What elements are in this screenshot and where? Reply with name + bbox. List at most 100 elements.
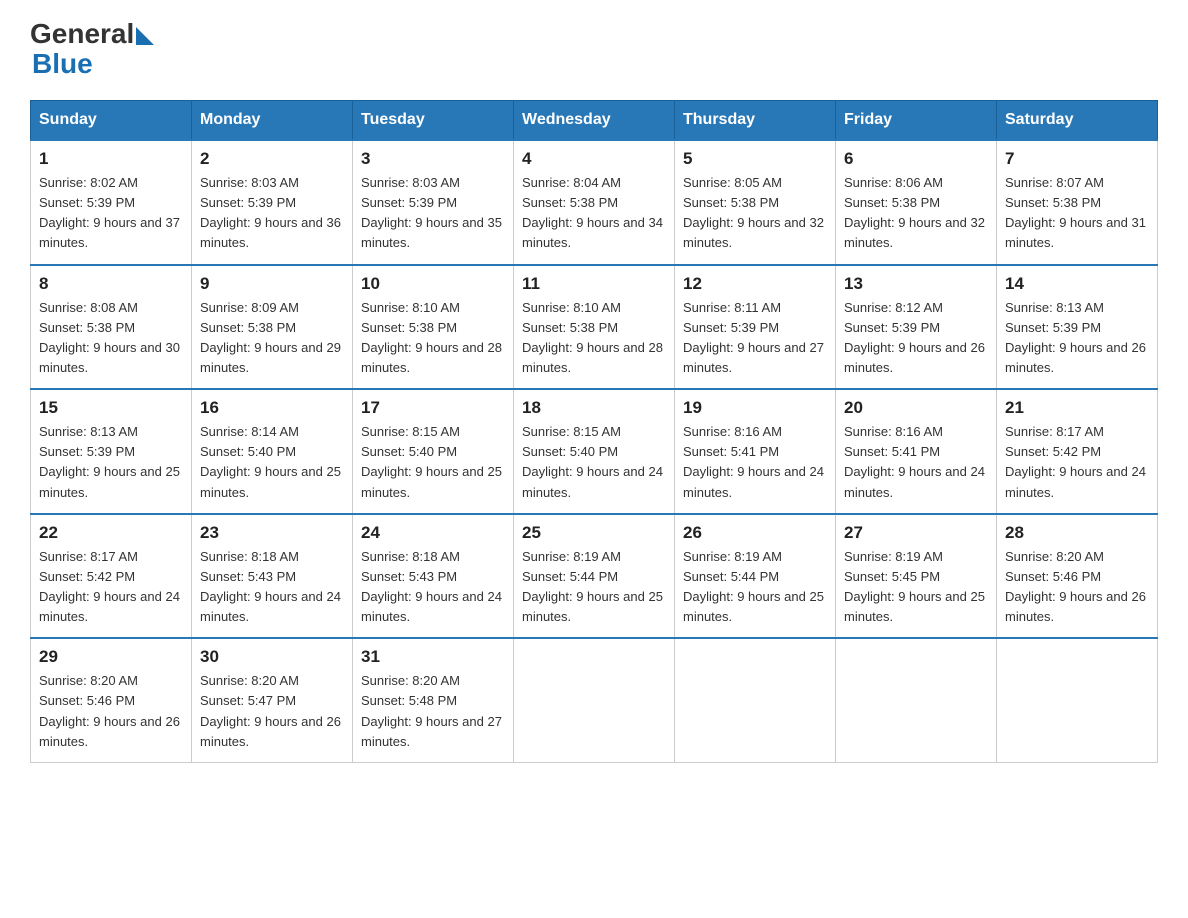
day-info: Sunrise: 8:06 AMSunset: 5:38 PMDaylight:… <box>844 173 988 254</box>
calendar-cell: 19Sunrise: 8:16 AMSunset: 5:41 PMDayligh… <box>675 389 836 514</box>
calendar-cell <box>675 638 836 762</box>
day-number: 27 <box>844 523 988 543</box>
calendar-cell: 28Sunrise: 8:20 AMSunset: 5:46 PMDayligh… <box>997 514 1158 639</box>
calendar-cell: 11Sunrise: 8:10 AMSunset: 5:38 PMDayligh… <box>514 265 675 390</box>
calendar-cell: 5 Sunrise: 8:05 AMSunset: 5:38 PMDaylight… <box>675 140 836 265</box>
logo-triangle-icon <box>136 27 154 45</box>
day-number: 3 <box>361 149 505 169</box>
calendar-cell <box>836 638 997 762</box>
day-number: 20 <box>844 398 988 418</box>
day-info: Sunrise: 8:09 AMSunset: 5:38 PMDaylight:… <box>200 298 344 379</box>
calendar-cell <box>514 638 675 762</box>
day-number: 23 <box>200 523 344 543</box>
calendar-cell: 7 Sunrise: 8:07 AMSunset: 5:38 PMDaylight… <box>997 140 1158 265</box>
day-info: Sunrise: 8:03 AMSunset: 5:39 PMDaylight:… <box>361 173 505 254</box>
day-info: Sunrise: 8:10 AMSunset: 5:38 PMDaylight:… <box>361 298 505 379</box>
day-number: 7 <box>1005 149 1149 169</box>
calendar-cell: 2 Sunrise: 8:03 AMSunset: 5:39 PMDaylight… <box>192 140 353 265</box>
day-info: Sunrise: 8:18 AMSunset: 5:43 PMDaylight:… <box>200 547 344 628</box>
calendar-table: SundayMondayTuesdayWednesdayThursdayFrid… <box>30 100 1158 763</box>
header-cell-tuesday: Tuesday <box>353 101 514 141</box>
calendar-body: 1 Sunrise: 8:02 AMSunset: 5:39 PMDaylight… <box>31 140 1158 762</box>
day-info: Sunrise: 8:20 AMSunset: 5:48 PMDaylight:… <box>361 671 505 752</box>
day-number: 25 <box>522 523 666 543</box>
day-number: 24 <box>361 523 505 543</box>
calendar-cell: 18 Sunrise: 8:15 AMSunset: 5:40 PMDayligh… <box>514 389 675 514</box>
calendar-cell: 23 Sunrise: 8:18 AMSunset: 5:43 PMDayligh… <box>192 514 353 639</box>
calendar-cell: 24 Sunrise: 8:18 AMSunset: 5:43 PMDayligh… <box>353 514 514 639</box>
day-info: Sunrise: 8:03 AMSunset: 5:39 PMDaylight:… <box>200 173 344 254</box>
calendar-cell: 15 Sunrise: 8:13 AMSunset: 5:39 PMDayligh… <box>31 389 192 514</box>
day-number: 4 <box>522 149 666 169</box>
day-number: 18 <box>522 398 666 418</box>
calendar-cell: 29 Sunrise: 8:20 AMSunset: 5:46 PMDayligh… <box>31 638 192 762</box>
calendar-cell: 4 Sunrise: 8:04 AMSunset: 5:38 PMDaylight… <box>514 140 675 265</box>
week-row-1: 1 Sunrise: 8:02 AMSunset: 5:39 PMDaylight… <box>31 140 1158 265</box>
day-info: Sunrise: 8:08 AMSunset: 5:38 PMDaylight:… <box>39 298 183 379</box>
day-number: 22 <box>39 523 183 543</box>
day-info: Sunrise: 8:07 AMSunset: 5:38 PMDaylight:… <box>1005 173 1149 254</box>
day-number: 29 <box>39 647 183 667</box>
calendar-cell: 17Sunrise: 8:15 AMSunset: 5:40 PMDayligh… <box>353 389 514 514</box>
day-number: 1 <box>39 149 183 169</box>
day-info: Sunrise: 8:11 AMSunset: 5:39 PMDaylight:… <box>683 298 827 379</box>
calendar-cell: 8 Sunrise: 8:08 AMSunset: 5:38 PMDaylight… <box>31 265 192 390</box>
day-info: Sunrise: 8:17 AMSunset: 5:42 PMDaylight:… <box>39 547 183 628</box>
calendar-cell: 6Sunrise: 8:06 AMSunset: 5:38 PMDaylight… <box>836 140 997 265</box>
day-info: Sunrise: 8:19 AMSunset: 5:44 PMDaylight:… <box>683 547 827 628</box>
day-number: 13 <box>844 274 988 294</box>
calendar-cell: 12 Sunrise: 8:11 AMSunset: 5:39 PMDayligh… <box>675 265 836 390</box>
week-row-4: 22 Sunrise: 8:17 AMSunset: 5:42 PMDayligh… <box>31 514 1158 639</box>
header-cell-monday: Monday <box>192 101 353 141</box>
header-cell-thursday: Thursday <box>675 101 836 141</box>
day-number: 16 <box>200 398 344 418</box>
day-info: Sunrise: 8:20 AMSunset: 5:47 PMDaylight:… <box>200 671 344 752</box>
day-info: Sunrise: 8:20 AMSunset: 5:46 PMDaylight:… <box>1005 547 1149 628</box>
week-row-5: 29 Sunrise: 8:20 AMSunset: 5:46 PMDayligh… <box>31 638 1158 762</box>
day-info: Sunrise: 8:20 AMSunset: 5:46 PMDaylight:… <box>39 671 183 752</box>
logo-general: General <box>30 20 134 48</box>
day-number: 31 <box>361 647 505 667</box>
calendar-cell: 3 Sunrise: 8:03 AMSunset: 5:39 PMDaylight… <box>353 140 514 265</box>
day-number: 17 <box>361 398 505 418</box>
day-info: Sunrise: 8:19 AMSunset: 5:44 PMDaylight:… <box>522 547 666 628</box>
day-number: 10 <box>361 274 505 294</box>
day-info: Sunrise: 8:13 AMSunset: 5:39 PMDaylight:… <box>39 422 183 503</box>
calendar-cell: 21 Sunrise: 8:17 AMSunset: 5:42 PMDayligh… <box>997 389 1158 514</box>
calendar-cell <box>997 638 1158 762</box>
calendar-cell: 20Sunrise: 8:16 AMSunset: 5:41 PMDayligh… <box>836 389 997 514</box>
day-number: 5 <box>683 149 827 169</box>
header-cell-wednesday: Wednesday <box>514 101 675 141</box>
day-number: 2 <box>200 149 344 169</box>
day-number: 26 <box>683 523 827 543</box>
day-number: 21 <box>1005 398 1149 418</box>
day-number: 30 <box>200 647 344 667</box>
week-row-2: 8 Sunrise: 8:08 AMSunset: 5:38 PMDaylight… <box>31 265 1158 390</box>
header-row: SundayMondayTuesdayWednesdayThursdayFrid… <box>31 101 1158 141</box>
calendar-cell: 9Sunrise: 8:09 AMSunset: 5:38 PMDaylight… <box>192 265 353 390</box>
day-info: Sunrise: 8:19 AMSunset: 5:45 PMDaylight:… <box>844 547 988 628</box>
logo: General Blue <box>30 20 154 80</box>
calendar-cell: 26 Sunrise: 8:19 AMSunset: 5:44 PMDayligh… <box>675 514 836 639</box>
header-cell-saturday: Saturday <box>997 101 1158 141</box>
day-info: Sunrise: 8:17 AMSunset: 5:42 PMDaylight:… <box>1005 422 1149 503</box>
page-header: General Blue <box>30 20 1158 80</box>
day-info: Sunrise: 8:05 AMSunset: 5:38 PMDaylight:… <box>683 173 827 254</box>
day-number: 19 <box>683 398 827 418</box>
day-number: 12 <box>683 274 827 294</box>
day-info: Sunrise: 8:14 AMSunset: 5:40 PMDaylight:… <box>200 422 344 503</box>
calendar-cell: 13 Sunrise: 8:12 AMSunset: 5:39 PMDayligh… <box>836 265 997 390</box>
day-info: Sunrise: 8:10 AMSunset: 5:38 PMDaylight:… <box>522 298 666 379</box>
header-cell-sunday: Sunday <box>31 101 192 141</box>
calendar-cell: 16 Sunrise: 8:14 AMSunset: 5:40 PMDayligh… <box>192 389 353 514</box>
day-info: Sunrise: 8:15 AMSunset: 5:40 PMDaylight:… <box>522 422 666 503</box>
day-info: Sunrise: 8:04 AMSunset: 5:38 PMDaylight:… <box>522 173 666 254</box>
calendar-cell: 22 Sunrise: 8:17 AMSunset: 5:42 PMDayligh… <box>31 514 192 639</box>
day-number: 15 <box>39 398 183 418</box>
day-info: Sunrise: 8:12 AMSunset: 5:39 PMDaylight:… <box>844 298 988 379</box>
day-info: Sunrise: 8:18 AMSunset: 5:43 PMDaylight:… <box>361 547 505 628</box>
calendar-cell: 25 Sunrise: 8:19 AMSunset: 5:44 PMDayligh… <box>514 514 675 639</box>
day-number: 8 <box>39 274 183 294</box>
week-row-3: 15 Sunrise: 8:13 AMSunset: 5:39 PMDayligh… <box>31 389 1158 514</box>
day-info: Sunrise: 8:02 AMSunset: 5:39 PMDaylight:… <box>39 173 183 254</box>
